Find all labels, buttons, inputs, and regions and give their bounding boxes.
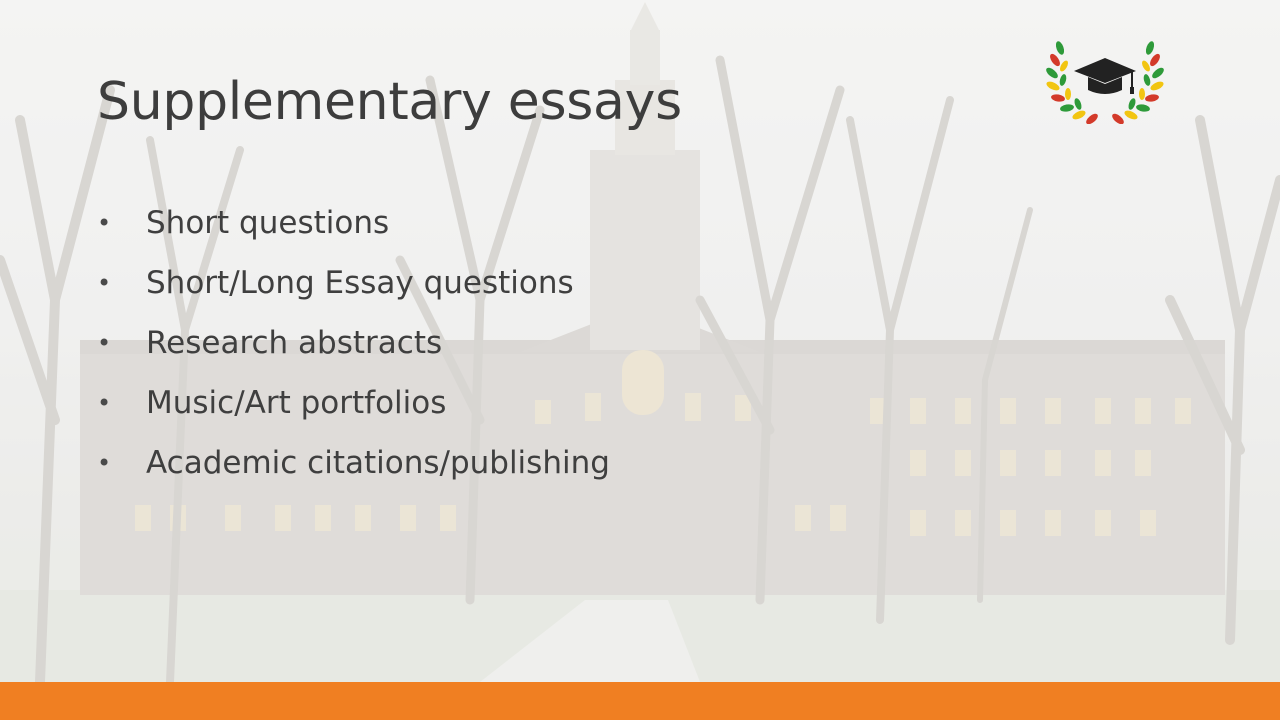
bullet-text: Short/Long Essay questions [146, 265, 574, 301]
bullet-list: • Short questions • Short/Long Essay quest… [97, 198, 610, 498]
bullet-item: • Music/Art portfolios [97, 378, 610, 438]
bullet-item: • Academic citations/publishing [97, 438, 610, 498]
bullet-item: • Short/Long Essay questions [97, 258, 610, 318]
slide-title: Supplementary essays [97, 72, 682, 132]
bullet-dot-icon: • [97, 329, 112, 357]
bullet-text: Music/Art portfolios [146, 385, 447, 421]
bullet-dot-icon: • [97, 389, 112, 417]
bullet-text: Academic citations/publishing [146, 445, 610, 481]
bullet-text: Short questions [146, 205, 390, 241]
bullet-dot-icon: • [97, 269, 112, 297]
bullet-item: • Research abstracts [97, 318, 610, 378]
bullet-item: • Short questions [97, 198, 610, 258]
bullet-text: Research abstracts [146, 325, 443, 361]
bullet-dot-icon: • [97, 209, 112, 237]
bullet-dot-icon: • [97, 449, 112, 477]
graduation-cap-laurel-logo-icon [1046, 38, 1164, 125]
accent-footer-bar [0, 682, 1280, 720]
